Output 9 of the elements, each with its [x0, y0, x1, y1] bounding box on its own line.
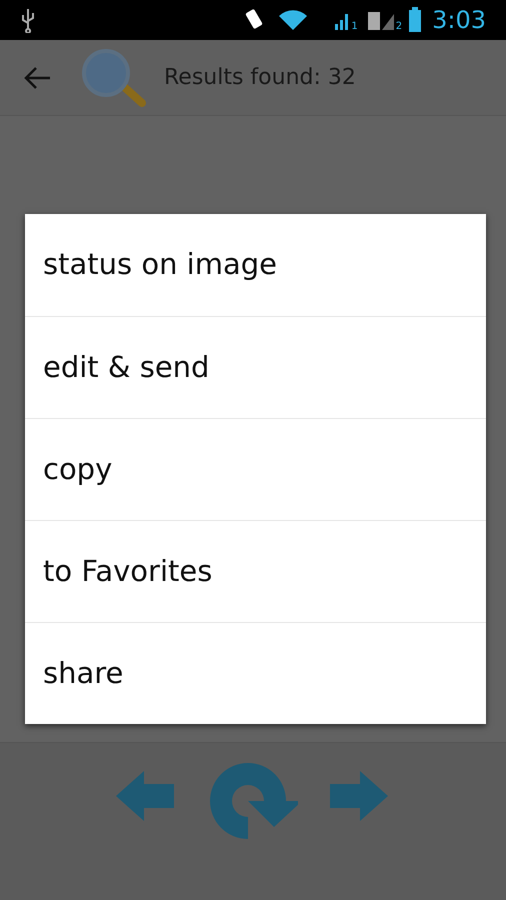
menu-item[interactable]: to Favorites: [25, 520, 486, 622]
sim-number: 1: [351, 20, 358, 34]
menu-item[interactable]: status on image: [25, 214, 486, 316]
results-count: Results found: 32: [164, 64, 356, 92]
clock: 3:03: [432, 5, 486, 36]
menu-item[interactable]: share: [25, 622, 486, 724]
sim-number: 2: [396, 20, 402, 34]
menu-item[interactable]: edit & send: [25, 316, 486, 418]
menu-item[interactable]: copy: [25, 418, 486, 520]
